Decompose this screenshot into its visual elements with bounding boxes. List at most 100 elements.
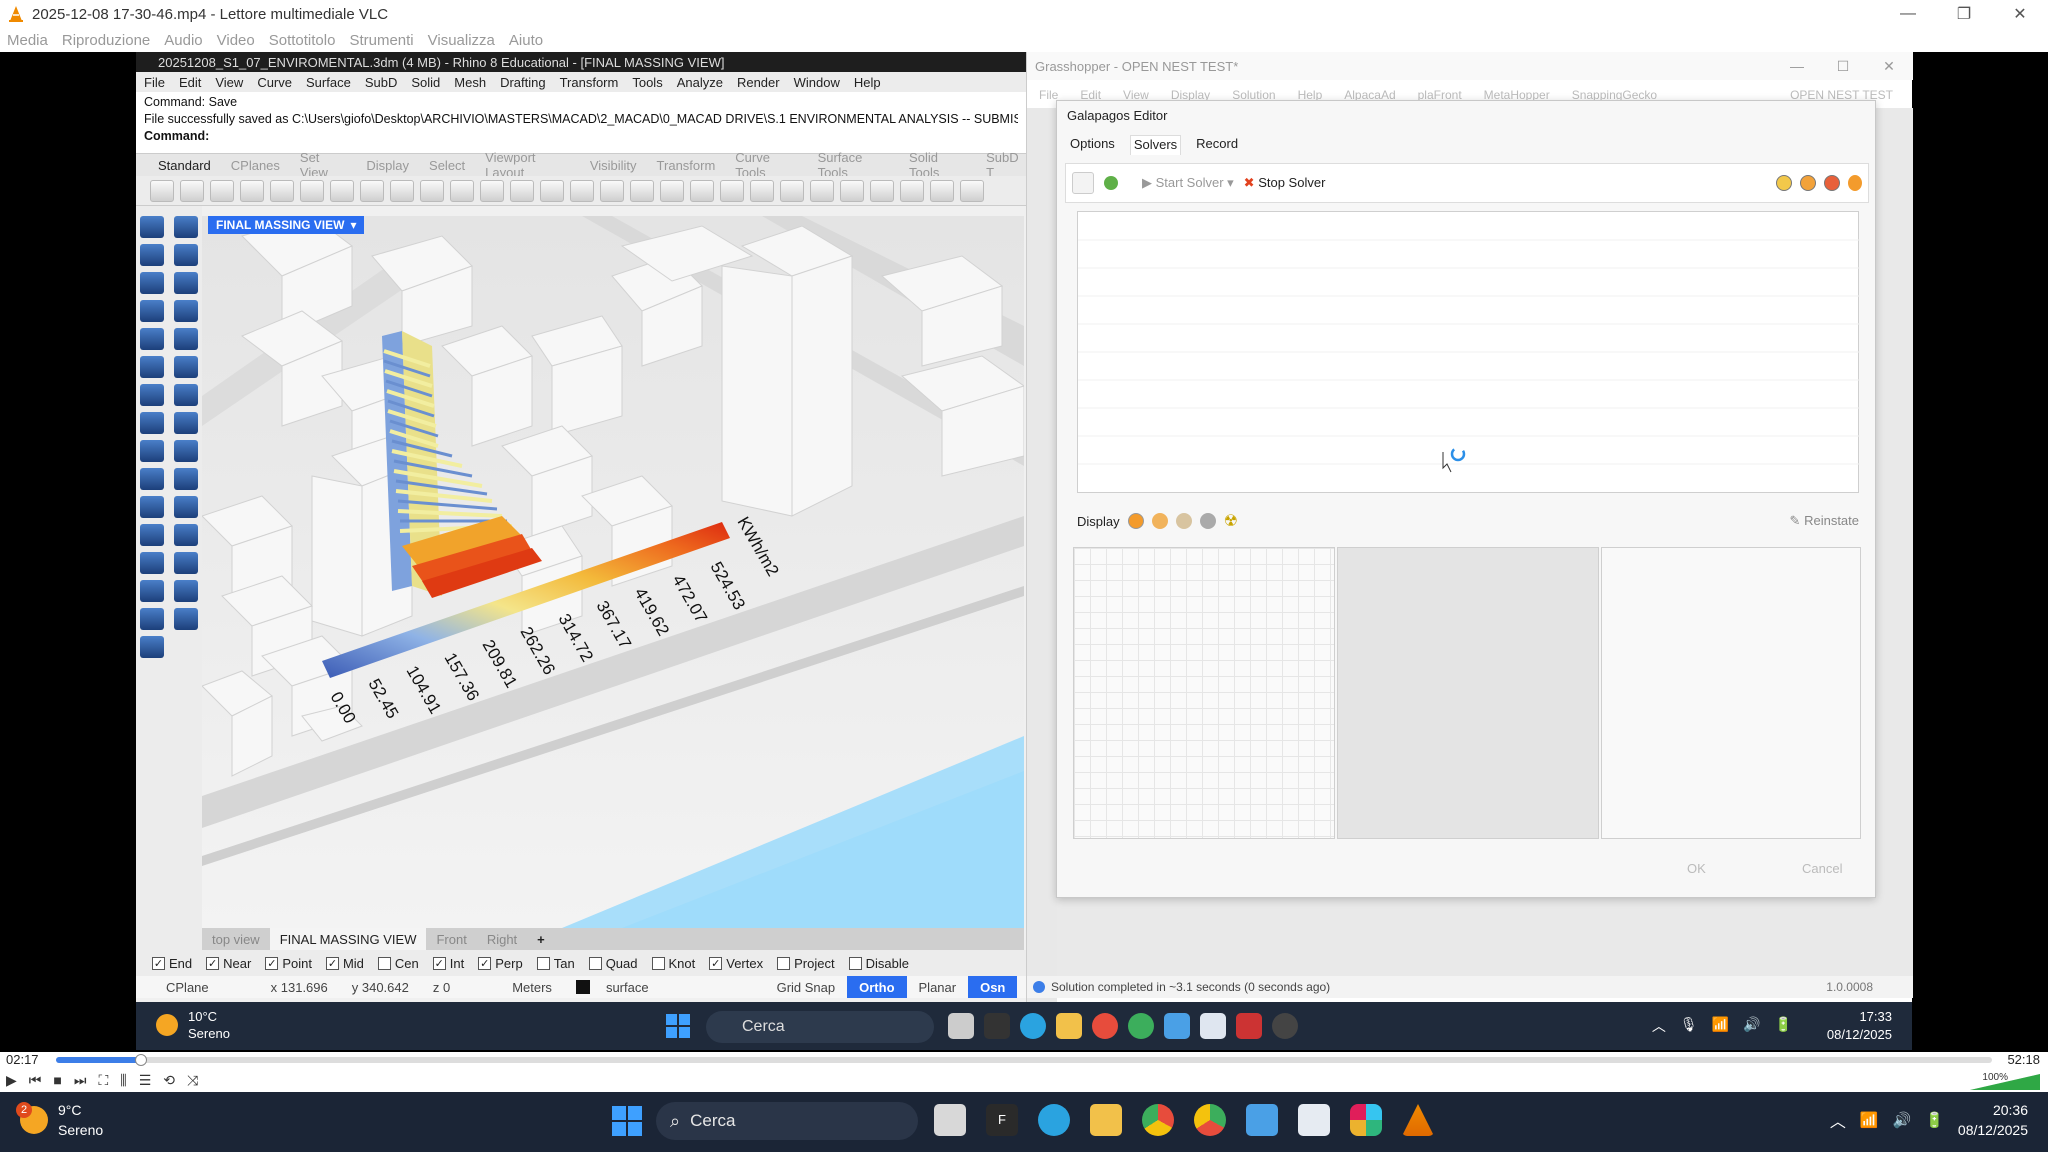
tab-transform[interactable]: Transform	[657, 158, 716, 173]
fitness-graph[interactable]	[1077, 211, 1860, 493]
copy-icon[interactable]	[270, 179, 294, 202]
start-button[interactable]	[612, 1106, 642, 1136]
cplane-label[interactable]: CPlane	[144, 980, 221, 995]
bulb-icon[interactable]	[1848, 175, 1862, 191]
annealing-solver-icon[interactable]	[1104, 176, 1118, 190]
transform-tool-icon[interactable]	[140, 496, 164, 518]
speaker-icon[interactable]: 🔊	[1893, 1111, 1912, 1129]
rhino-menu-transform[interactable]: Transform	[560, 75, 619, 90]
tab-select[interactable]: Select	[429, 158, 465, 173]
print-icon[interactable]	[240, 179, 264, 202]
rhino-menu-edit[interactable]: Edit	[179, 75, 201, 90]
rhino-menu-view[interactable]: View	[215, 75, 243, 90]
command-prompt[interactable]: Command:	[144, 128, 1018, 145]
boolean-tool-icon[interactable]	[174, 412, 198, 434]
rhino-menu-analyze[interactable]: Analyze	[677, 75, 723, 90]
start-solver-button[interactable]: ▶ Start Solver ▾	[1142, 175, 1234, 191]
chrome-profile-icon[interactable]	[1194, 1104, 1226, 1136]
tray-chevron-icon[interactable]: ︿	[1830, 1108, 1846, 1132]
light-tool-icon[interactable]	[140, 440, 164, 462]
rhino-icon[interactable]	[1298, 1104, 1330, 1136]
polygon-tool-icon[interactable]	[140, 328, 164, 350]
new-icon[interactable]	[150, 179, 174, 202]
gumball-tool-icon[interactable]	[174, 608, 198, 630]
play-icon[interactable]: ▶	[6, 1072, 17, 1089]
menu-strumenti[interactable]: Strumenti	[349, 32, 413, 49]
view-tab-final-massing[interactable]: FINAL MASSING VIEW	[269, 928, 427, 950]
slack-icon[interactable]	[1350, 1104, 1382, 1136]
evolutionary-solver-icon[interactable]	[1072, 172, 1094, 194]
analyze-tool-icon[interactable]	[140, 552, 164, 574]
clipboard-icon[interactable]	[360, 179, 384, 202]
cancel-button[interactable]: Cancel	[1802, 861, 1842, 876]
extrude-tool-icon[interactable]	[174, 356, 198, 378]
drafting-tool-icon[interactable]	[140, 580, 164, 602]
osnap-tan[interactable]: Tan	[536, 956, 575, 971]
gh-minimize-button[interactable]: —	[1774, 52, 1820, 80]
clock[interactable]: 20:36 08/12/2025	[1958, 1100, 2028, 1140]
osnap-perp[interactable]: ✓ Perp	[478, 956, 523, 971]
extended-settings-icon[interactable]: ⫼	[120, 1072, 126, 1089]
tab-cplanes[interactable]: CPlanes	[231, 158, 280, 173]
layout-tool-icon[interactable]	[174, 552, 198, 574]
seek-bar[interactable]	[56, 1054, 1992, 1066]
menu-media[interactable]: Media	[7, 32, 48, 49]
view-tab-front[interactable]: Front	[426, 928, 476, 950]
stop-solver-button[interactable]: ✖ Stop Solver	[1244, 175, 1326, 191]
undo-icon[interactable]	[390, 179, 414, 202]
circle-tool-icon[interactable]	[140, 272, 164, 294]
rectangle-tool-icon[interactable]	[174, 300, 198, 322]
rhino-menu-drafting[interactable]: Drafting	[500, 75, 546, 90]
fillet-tool-icon[interactable]	[174, 328, 198, 350]
box-tool-icon[interactable]	[140, 384, 164, 406]
select-tool-icon[interactable]	[140, 216, 164, 238]
vlc-icon[interactable]	[1402, 1104, 1434, 1136]
display-median-icon[interactable]	[1175, 513, 1192, 529]
tab-solvers[interactable]: Solvers	[1129, 135, 1182, 155]
sun-icon[interactable]	[960, 179, 984, 202]
ortho-toggle[interactable]: Ortho	[847, 976, 907, 998]
rhino-menu-help[interactable]: Help	[854, 75, 881, 90]
notepad-icon[interactable]	[1246, 1104, 1278, 1136]
block-tool-icon[interactable]	[174, 524, 198, 546]
group-tool-icon[interactable]	[140, 524, 164, 546]
restore-button[interactable]: ❐	[1936, 0, 1992, 28]
fullscreen-icon[interactable]: ⛶	[98, 1072, 108, 1089]
color-wheel-icon[interactable]	[810, 179, 834, 202]
arc-tool-icon[interactable]	[140, 300, 164, 322]
osnap-toggle[interactable]: Osn	[968, 976, 1018, 998]
pan-icon[interactable]	[420, 179, 444, 202]
menu-visualizza[interactable]: Visualizza	[428, 32, 495, 49]
osnap-project[interactable]: Project	[777, 956, 835, 971]
mesh-tool-icon[interactable]	[140, 412, 164, 434]
previous-icon[interactable]: ⏮	[29, 1072, 42, 1089]
rhino-menu-curve[interactable]: Curve	[257, 75, 292, 90]
save-icon[interactable]	[210, 179, 234, 202]
reinstate-button[interactable]: ✎ Reinstate	[1790, 513, 1859, 529]
close-button[interactable]: ✕	[1992, 0, 2048, 28]
paint-tool-icon[interactable]	[140, 636, 164, 658]
rhino-menu-mesh[interactable]: Mesh	[454, 75, 486, 90]
playlist-icon[interactable]: ☰	[139, 1072, 152, 1089]
rhino-menu-solid[interactable]: Solid	[411, 75, 440, 90]
taskbar-search[interactable]: ⌕ Cerca	[656, 1102, 918, 1140]
clock-icon[interactable]	[1776, 175, 1792, 191]
display-all-icon[interactable]	[1127, 513, 1144, 529]
task-view-icon[interactable]	[934, 1104, 966, 1136]
rhino-menu-render[interactable]: Render	[737, 75, 780, 90]
surface-tool-icon[interactable]	[140, 356, 164, 378]
grid-icon[interactable]	[690, 179, 714, 202]
radiation-icon[interactable]: ☢	[1224, 511, 1238, 531]
array-tool-icon[interactable]	[174, 496, 198, 518]
zoom-icon[interactable]	[480, 179, 504, 202]
viewport-layout-icon[interactable]	[600, 179, 624, 202]
layer-icon[interactable]	[780, 179, 804, 202]
stop-icon[interactable]: ■	[53, 1072, 61, 1089]
tab-options[interactable]: Options	[1067, 135, 1118, 155]
viewport-final-massing[interactable]: 0.00 52.45 104.91 157.36 209.81 262.26 3…	[202, 216, 1024, 928]
tab-display[interactable]: Display	[366, 158, 409, 173]
light-icon[interactable]	[720, 179, 744, 202]
rhino-menu-subd[interactable]: SubD	[365, 75, 398, 90]
cplane-icon[interactable]	[630, 179, 654, 202]
zoom-window-icon[interactable]	[510, 179, 534, 202]
